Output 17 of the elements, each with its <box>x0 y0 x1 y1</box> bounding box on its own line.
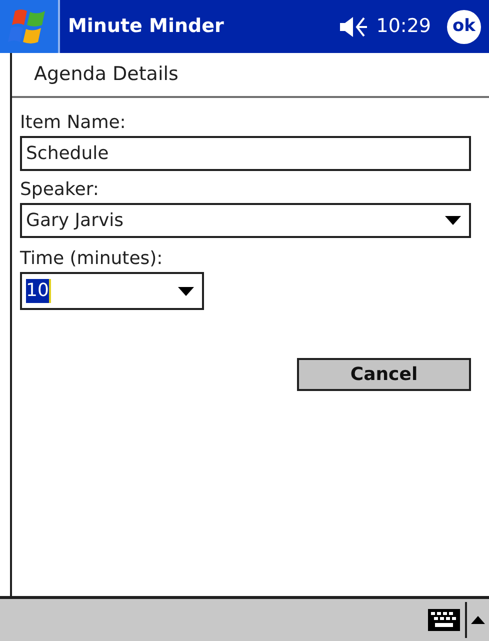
field-label: Time (minutes): <box>20 247 164 271</box>
cancel-button[interactable]: Cancel <box>297 358 471 391</box>
speaker-icon <box>340 16 368 38</box>
field-label: Item Name: <box>20 111 127 135</box>
window-title: Minute Minder <box>68 14 225 40</box>
field-label: Speaker: <box>20 178 100 202</box>
clock-time: 10:29 <box>376 14 431 40</box>
start-button[interactable] <box>0 0 60 53</box>
page-heading: Agenda Details <box>34 62 178 88</box>
dropdown-arrow-icon <box>445 216 461 225</box>
input-field[interactable]: Schedule <box>20 136 471 171</box>
keyboard-icon[interactable] <box>427 608 461 632</box>
ok-button[interactable]: ok <box>447 10 481 44</box>
dropdown-arrow-icon <box>178 286 194 296</box>
up-arrow-icon[interactable] <box>471 616 485 624</box>
dropdown[interactable]: Gary Jarvis <box>20 203 471 238</box>
combo-box[interactable]: 10 <box>20 272 204 310</box>
